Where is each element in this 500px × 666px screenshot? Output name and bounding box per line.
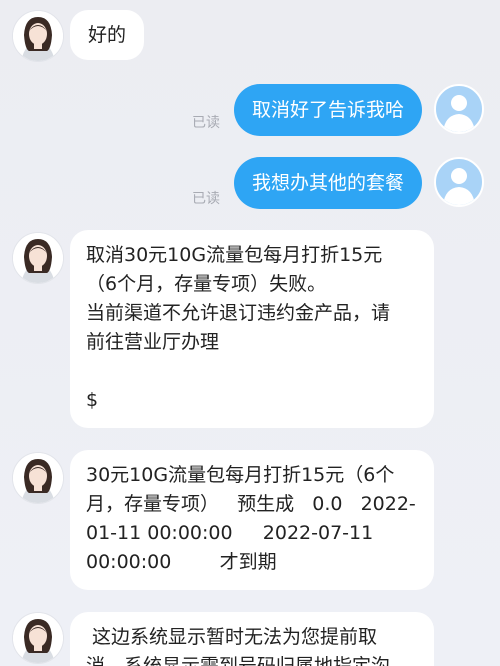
message-text: （6个月，存量专项）失败。 [86,273,327,295]
message-text: 00:00:00 才到期 [86,551,277,573]
agent-avatar[interactable] [12,10,64,62]
message-text: 前往营业厅办理 [86,331,220,353]
message-text: 当前渠道不允许退订违约金产品，请 [86,302,391,324]
read-status: 已读 [192,115,220,131]
message-text: 好的 [88,24,127,46]
message-text: 01-11 00:00:00 2022-07-11 [86,522,374,544]
message-text [86,357,418,386]
message-text: 消，系统显示需到号码归属地指定沟 [86,655,391,666]
agent-avatar[interactable] [12,232,64,284]
agent-avatar-icon [13,11,63,61]
agent-avatar-icon [13,233,63,283]
user-avatar[interactable] [434,84,484,134]
agent-message-bubble: 30元10G流量包每月打折15元（6个 月，存量专项） 预生成 0.0 2022… [70,450,434,590]
message-text: 这边系统显示暂时无法为您提前取 [86,626,378,648]
agent-avatar[interactable] [12,612,64,664]
message-text: 月，存量专项） 预生成 0.0 2022- [86,493,416,515]
user-avatar-icon [443,95,475,132]
read-status: 已读 [192,191,220,207]
message-text: 30元10G流量包每月打折15元（6个 [86,464,395,486]
message-text: 我想办其他的套餐 [252,172,405,194]
agent-message-bubble: 好的 [70,10,145,60]
user-message-bubble: 我想办其他的套餐 [234,157,423,209]
agent-message-bubble: 这边系统显示暂时无法为您提前取 消，系统显示需到号码归属地指定沟 [70,612,434,666]
user-avatar-icon [443,168,475,205]
user-message-bubble: 取消好了告诉我哈 [234,84,423,136]
message-text: $ [86,389,99,411]
user-avatar[interactable] [434,157,484,207]
agent-avatar-icon [13,613,63,663]
message-text: 取消好了告诉我哈 [252,99,405,121]
agent-avatar-icon [13,453,63,503]
agent-message-bubble: 取消30元10G流量包每月打折15元 （6个月，存量专项）失败。 当前渠道不允许… [70,230,434,428]
agent-avatar[interactable] [12,452,64,504]
message-text: 取消30元10G流量包每月打折15元 [86,244,383,266]
